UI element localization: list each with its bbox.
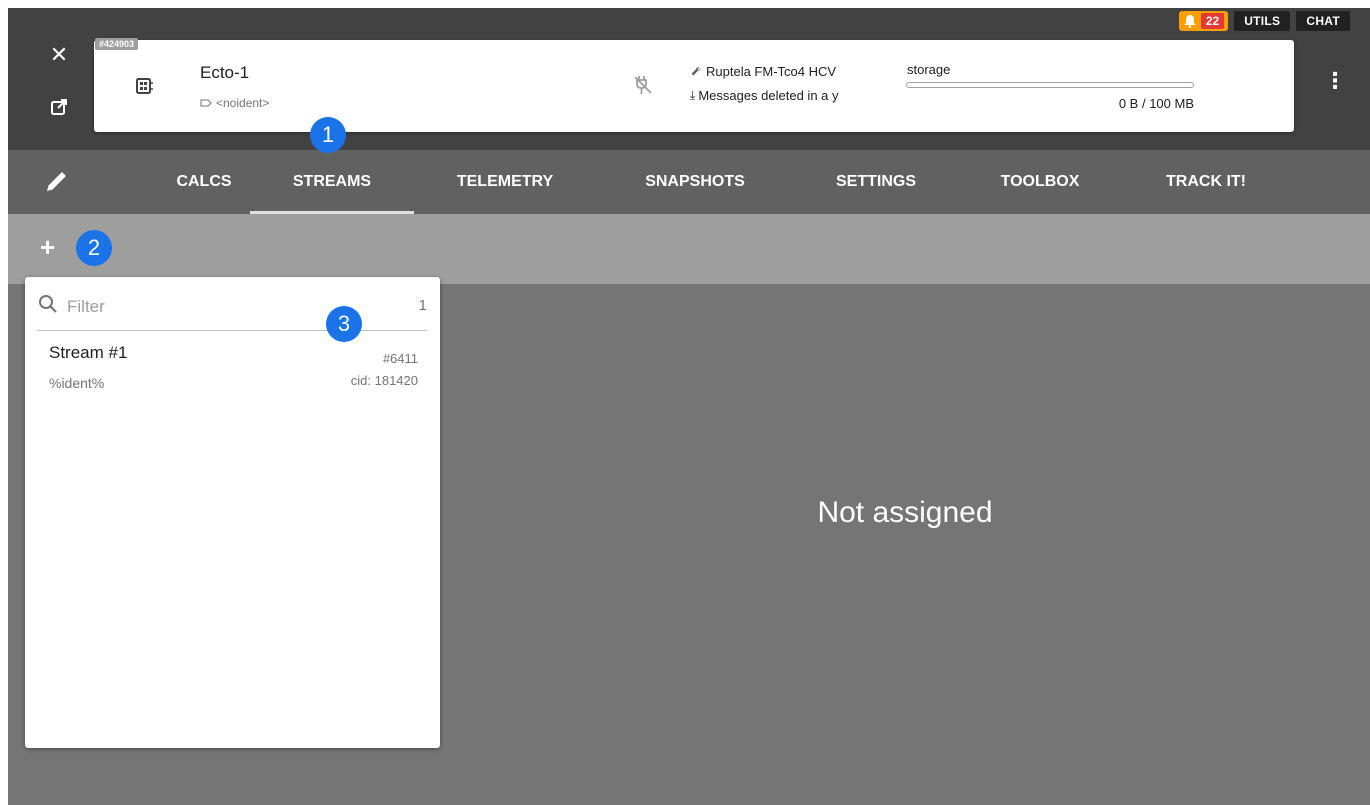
utils-button[interactable]: UTILS — [1234, 11, 1291, 31]
tab-track-it[interactable]: TRACK IT! — [1148, 150, 1264, 214]
empty-state-message: Not assigned — [817, 495, 993, 529]
close-button[interactable]: ✕ — [44, 40, 74, 70]
top-badges: 22 UTILS CHAT — [1178, 11, 1350, 31]
action-bar: + — [8, 214, 1370, 284]
search-icon — [39, 295, 57, 313]
tab-snapshots[interactable]: SNAPSHOTS — [622, 150, 768, 214]
edit-button[interactable] — [44, 168, 70, 199]
stream-id: #6411 — [382, 351, 418, 366]
tab-streams[interactable]: STREAMS — [250, 150, 414, 214]
stream-name: Stream #1 — [49, 343, 128, 362]
add-stream-button[interactable]: + — [40, 234, 55, 260]
tag-icon — [200, 99, 212, 107]
unit-id-badge: #424903 — [95, 38, 139, 50]
tab-toolbox[interactable]: TOOLBOX — [984, 150, 1096, 214]
filter-field: 1 — [37, 289, 427, 331]
pencil-icon — [47, 172, 66, 191]
notifications-count: 22 — [1200, 13, 1225, 29]
list-item[interactable]: Stream #1 %ident% #6411 cid: 181420 — [25, 337, 440, 401]
download-icon: ⤓ — [690, 88, 696, 102]
annotation-marker-1: 1 — [310, 117, 346, 153]
unit-name: Ecto-1 — [200, 63, 250, 82]
device-type-text: Ruptela FM-Tco4 HCV — [706, 64, 837, 79]
device-chip-icon — [136, 78, 153, 94]
unit-ident-text: <noident> — [216, 96, 270, 110]
storage-progress-bar — [906, 82, 1194, 88]
app-window: ✕ 22 UTILS CHAT #424903 Ecto-1 <noident>… — [8, 8, 1370, 805]
device-type: Ruptela FM-Tco4 HCV — [690, 64, 836, 79]
stream-ident: %ident% — [49, 375, 105, 391]
retention-text: Messages deleted in a y — [698, 88, 839, 103]
more-menu-button[interactable]: ⋮ — [1324, 68, 1346, 94]
streams-list-panel: 1 Stream #1 %ident% #6411 cid: 181420 — [25, 277, 440, 748]
notifications-badge[interactable]: 22 — [1178, 11, 1229, 31]
bell-icon — [1184, 15, 1196, 28]
retention-info: ⤓ Messages deleted in a y — [690, 88, 902, 103]
stream-cid: cid: 181420 — [350, 373, 418, 388]
unit-ident: <noident> — [200, 96, 269, 110]
storage-label: storage — [907, 62, 951, 77]
tab-calcs[interactable]: CALCS — [156, 150, 252, 214]
annotation-marker-3: 3 — [326, 306, 362, 342]
open-external-button[interactable] — [44, 92, 74, 122]
tab-bar: CALCS STREAMS TELEMETRY SNAPSHOTS SETTIN… — [8, 150, 1370, 214]
annotation-marker-2: 2 — [76, 230, 112, 266]
tab-telemetry[interactable]: TELEMETRY — [440, 150, 570, 214]
storage-value: 0 B / 100 MB — [1118, 96, 1194, 111]
unit-header: ✕ 22 UTILS CHAT #424903 Ecto-1 <noident>… — [8, 8, 1370, 150]
open-external-icon — [51, 99, 67, 115]
filter-count: 1 — [418, 297, 427, 314]
disconnected-plug-icon — [634, 76, 652, 94]
unit-card: Ecto-1 <noident> Ruptela FM-Tco4 HCV ⤓ M… — [94, 40, 1294, 132]
chat-button[interactable]: CHAT — [1296, 11, 1350, 31]
wrench-icon — [691, 66, 701, 75]
tab-settings[interactable]: SETTINGS — [816, 150, 936, 214]
